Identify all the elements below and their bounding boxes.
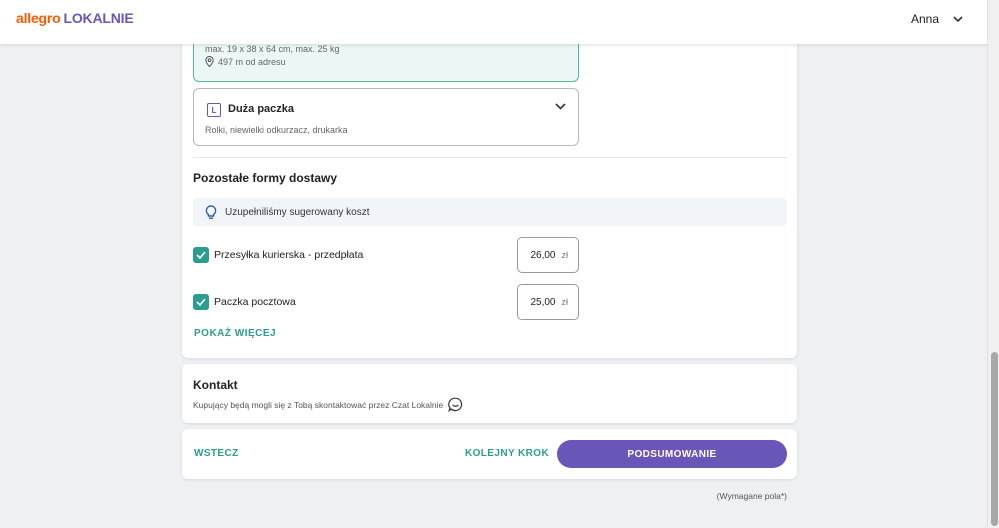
actions-card: WSTECZ KOLEJNY KROK PODSUMOWANIE: [182, 429, 797, 479]
checkmark-icon: [196, 298, 206, 306]
post-price-value: 25,00: [530, 296, 556, 308]
required-fields-note: (Wymagane pola*): [716, 491, 787, 501]
chevron-down-icon[interactable]: [555, 103, 566, 110]
post-price-input[interactable]: 25,00 zł: [517, 284, 579, 320]
top-bar: allegro LOKALNIE Anna: [0, 0, 999, 44]
back-button[interactable]: WSTECZ: [194, 448, 239, 459]
courier-price-value: 26,00: [530, 249, 556, 261]
post-price-currency: zł: [561, 297, 569, 307]
hint-text: Uzupełniliśmy sugerowany koszt: [225, 206, 370, 218]
logo-allegro-text: allegro: [16, 10, 61, 26]
user-name: Anna: [910, 12, 939, 26]
courier-price-input[interactable]: 26,00 zł: [517, 237, 579, 273]
other-delivery-title: Pozostałe formy dostawy: [193, 171, 338, 185]
show-more-link[interactable]: POKAŻ WIĘCEJ: [194, 328, 276, 339]
location-pin-icon: [205, 56, 214, 67]
parcel-dimensions: max. 19 x 38 x 64 cm, max. 25 kg: [205, 44, 340, 54]
lightbulb-icon: [205, 204, 217, 219]
logo-lokalnie-text: LOKALNIE: [63, 10, 134, 26]
courier-label: Przesyłka kurierska - przedpłata: [214, 249, 364, 261]
size-l-icon: L: [207, 103, 221, 117]
checkmark-icon: [196, 251, 206, 259]
parcel-distance: 497 m od adresu: [205, 56, 286, 67]
parcel-large-description: Rolki, niewielki odkurzacz, drukarka: [205, 125, 348, 135]
contact-description: Kupujący będą mogli się z Tobą skontakto…: [193, 397, 463, 412]
divider: [193, 157, 787, 158]
page-scrollbar[interactable]: [987, 0, 999, 528]
chevron-down-icon: [953, 15, 963, 22]
parcel-large-title: Duża paczka: [228, 103, 295, 115]
next-step-button[interactable]: KOLEJNY KROK: [465, 448, 549, 459]
post-checkbox[interactable]: [193, 294, 209, 310]
delivery-card: max. 19 x 38 x 64 cm, max. 25 kg 497 m o…: [182, 30, 797, 358]
chat-icon: [448, 397, 463, 412]
user-menu[interactable]: Anna: [911, 12, 963, 26]
courier-price-currency: zł: [561, 250, 569, 260]
allegro-lokalnie-logo[interactable]: allegro LOKALNIE: [16, 10, 134, 26]
post-label: Paczka pocztowa: [214, 296, 296, 308]
contact-title: Kontakt: [193, 378, 238, 392]
parcel-distance-text: 497 m od adresu: [218, 56, 286, 67]
delivery-option-courier: Przesyłka kurierska - przedpłata 26,00 z…: [193, 237, 579, 273]
scrollbar-thumb[interactable]: [991, 352, 998, 526]
courier-checkbox[interactable]: [193, 247, 209, 263]
parcel-option-large[interactable]: L Duża paczka Rolki, niewielki odkurzacz…: [193, 88, 579, 146]
contact-description-text: Kupujący będą mogli się z Tobą skontakto…: [193, 399, 444, 410]
contact-card: Kontakt Kupujący będą mogli się z Tobą s…: [182, 364, 797, 423]
suggested-cost-hint: Uzupełniliśmy sugerowany koszt: [193, 198, 787, 226]
delivery-option-post: Paczka pocztowa 25,00 zł: [193, 284, 579, 320]
summary-button[interactable]: PODSUMOWANIE: [557, 440, 787, 468]
